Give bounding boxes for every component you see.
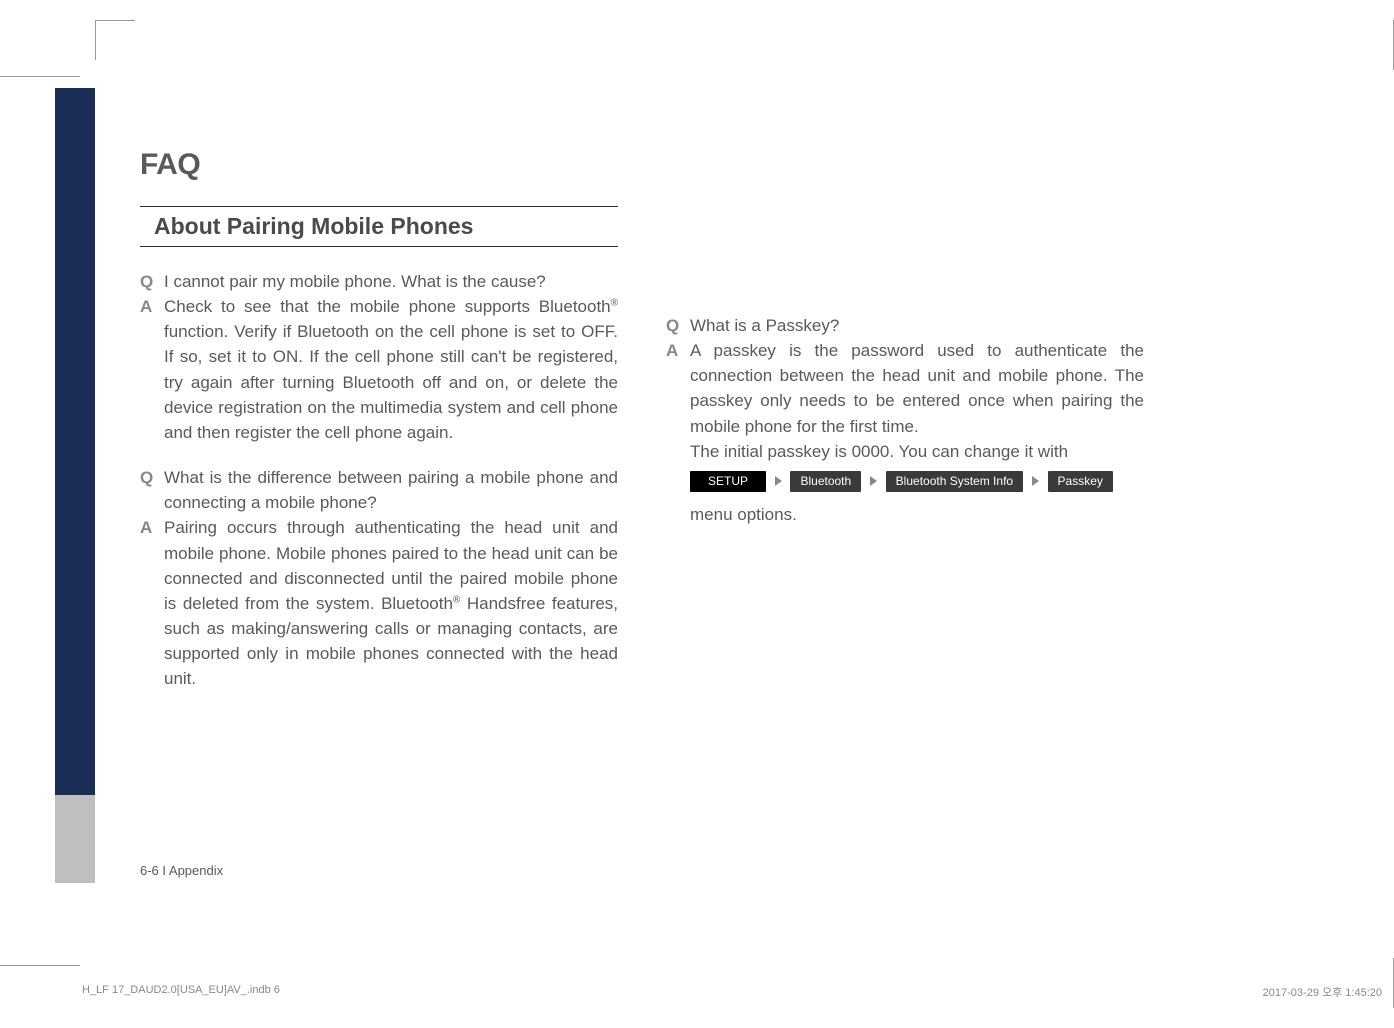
answer-text: A passkey is the password used to authen… xyxy=(690,338,1144,532)
registered-mark: ® xyxy=(453,594,460,605)
right-column: Q What is a Passkey? A A passkey is the … xyxy=(666,269,1144,712)
menu-chip-bt-system-info: Bluetooth System Info xyxy=(886,471,1023,491)
question-row: Q What is the difference between pairing… xyxy=(140,465,618,515)
qa-block: Q What is a Passkey? A A passkey is the … xyxy=(666,313,1144,532)
page: FAQ About Pairing Mobile Phones Q I cann… xyxy=(0,0,1394,1028)
print-file-name: H_LF 17_DAUD2.0[USA_EU]AV_.indb 6 xyxy=(82,984,280,1000)
a-label: A xyxy=(140,515,164,691)
sidebar-gray-segment xyxy=(55,795,95,883)
a-label: A xyxy=(666,338,690,532)
answer-row: A A passkey is the password used to auth… xyxy=(666,338,1144,532)
q-label: Q xyxy=(140,269,164,294)
question-row: Q I cannot pair my mobile phone. What is… xyxy=(140,269,618,294)
answer-para-2: The initial passkey is 0000. You can cha… xyxy=(690,442,1068,461)
question-text: I cannot pair my mobile phone. What is t… xyxy=(164,269,618,294)
menu-chip-passkey: Passkey xyxy=(1048,471,1113,491)
left-column: Q I cannot pair my mobile phone. What is… xyxy=(140,269,618,712)
qa-block: Q What is the difference between pairing… xyxy=(140,465,618,691)
print-footer: H_LF 17_DAUD2.0[USA_EU]AV_.indb 6 2017-0… xyxy=(82,984,1382,1000)
q-label: Q xyxy=(666,313,690,338)
page-footer: 6-6 I Appendix xyxy=(140,863,223,878)
sidebar-color-tab xyxy=(55,88,95,883)
question-text: What is the difference between pairing a… xyxy=(164,465,618,515)
arrow-icon xyxy=(870,476,877,486)
page-title: FAQ xyxy=(140,148,1254,182)
answer-para-1: A passkey is the password used to authen… xyxy=(690,341,1144,435)
crop-mark xyxy=(0,76,80,77)
section-heading: About Pairing Mobile Phones xyxy=(140,206,618,247)
qa-block: Q I cannot pair my mobile phone. What is… xyxy=(140,269,618,445)
crop-mark xyxy=(0,965,80,966)
arrow-icon xyxy=(1032,476,1039,486)
answer-text: Pairing occurs through authenticating th… xyxy=(164,515,618,691)
answer-suffix: menu options. xyxy=(690,505,797,524)
answer-text: Check to see that the mobile phone suppo… xyxy=(164,294,618,445)
content-area: FAQ About Pairing Mobile Phones Q I cann… xyxy=(140,148,1254,878)
menu-chip-bluetooth: Bluetooth xyxy=(790,471,861,491)
sidebar-dark-segment xyxy=(55,88,95,795)
question-row: Q What is a Passkey? xyxy=(666,313,1144,338)
question-text: What is a Passkey? xyxy=(690,313,1144,338)
menu-chip-setup: SETUP xyxy=(690,471,766,491)
print-timestamp: 2017-03-29 오후 1:45:20 xyxy=(1263,984,1382,1000)
registered-mark: ® xyxy=(611,298,618,309)
answer-row: A Check to see that the mobile phone sup… xyxy=(140,294,618,445)
a-label: A xyxy=(140,294,164,445)
menu-path: SETUP Bluetooth Bluetooth System Info Pa… xyxy=(690,464,1144,532)
crop-mark xyxy=(95,20,135,60)
answer-row: A Pairing occurs through authenticating … xyxy=(140,515,618,691)
two-column-layout: Q I cannot pair my mobile phone. What is… xyxy=(140,269,1254,712)
q-label: Q xyxy=(140,465,164,515)
arrow-icon xyxy=(775,476,782,486)
